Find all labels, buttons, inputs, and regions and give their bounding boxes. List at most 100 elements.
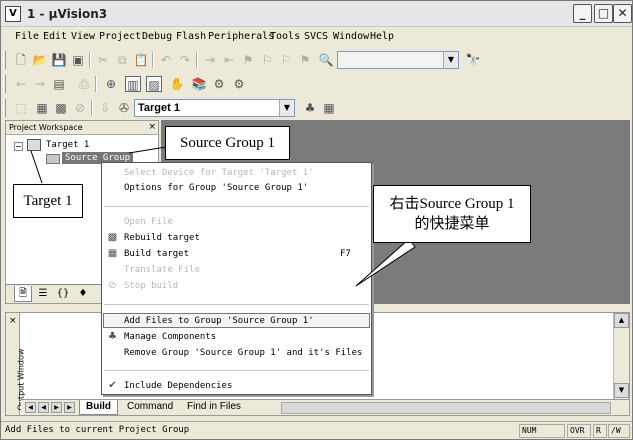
open-folder-icon[interactable]: 📂 — [32, 52, 48, 68]
unindent-icon[interactable]: ⇤ — [221, 52, 237, 68]
workspace-toggle-icon[interactable]: ▥ — [125, 76, 141, 92]
save-icon[interactable]: 💾 — [51, 52, 67, 68]
indent-icon[interactable]: ⇥ — [202, 52, 218, 68]
stop-build-icon[interactable]: ⊘ — [72, 100, 88, 116]
tab-books-icon[interactable]: ☰ — [34, 286, 52, 302]
toolbar-grip[interactable] — [3, 75, 6, 93]
status-r: R — [593, 424, 607, 438]
forward-icon[interactable]: → — [32, 76, 48, 92]
menu-item-open-file[interactable]: Open File — [124, 217, 173, 227]
find-combo[interactable]: ▼ — [337, 51, 459, 69]
status-message: Add Files to current Project Group — [5, 425, 190, 435]
tree-item-target[interactable]: Target 1 — [46, 140, 89, 150]
tab-command[interactable]: Command — [121, 400, 179, 415]
chevron-down-icon[interactable]: ▼ — [279, 100, 294, 116]
hand-icon[interactable]: ✋ — [169, 76, 185, 92]
menu-item-manage-components[interactable]: Manage Components — [124, 332, 216, 342]
bookmark-icon[interactable]: ⚑ — [240, 52, 256, 68]
find-icon[interactable]: 🔭 — [465, 52, 481, 68]
menu-item-stop-build[interactable]: Stop build — [124, 281, 178, 291]
components-icon[interactable]: ⚙ — [211, 76, 227, 92]
menu-debug[interactable]: Debug — [142, 31, 172, 42]
tab-templates-icon[interactable]: ♦ — [74, 286, 92, 302]
cut-icon[interactable]: ✂ — [95, 52, 111, 68]
prev-tab-icon[interactable]: ◀ — [38, 402, 49, 413]
toolbar-grip[interactable] — [3, 99, 6, 117]
output-toggle-icon[interactable]: ▨ — [146, 76, 162, 92]
print-icon[interactable]: ⎙ — [76, 76, 92, 92]
next-tab-icon[interactable]: ▶ — [51, 402, 62, 413]
minimize-button[interactable]: _ — [573, 4, 592, 23]
tree-collapse-icon[interactable]: − — [14, 142, 23, 151]
translate-icon[interactable]: ⬚ — [13, 100, 29, 116]
prev-bookmark-icon[interactable]: ⚐ — [259, 52, 275, 68]
debug-icon[interactable]: ⊕ — [103, 76, 119, 92]
output-vertical-scrollbar[interactable]: ▲ ▼ — [613, 313, 629, 399]
status-num: NUM — [519, 424, 565, 438]
close-button[interactable]: ✕ — [613, 4, 632, 23]
output-horizontal-scrollbar[interactable] — [281, 402, 611, 414]
window-title: 1 - µVision3 — [27, 7, 108, 21]
menu-item-select-device[interactable]: Select Device for Target 'Target 1' — [124, 168, 314, 178]
books-icon[interactable]: 📚 — [191, 76, 207, 92]
manage-components-icon[interactable]: ♣ — [302, 100, 318, 116]
new-window-icon[interactable]: ▤ — [51, 76, 67, 92]
menu-item-translate-file[interactable]: Translate File — [124, 265, 200, 275]
new-file-icon[interactable]: 🗋 — [13, 52, 29, 68]
last-tab-icon[interactable]: ▶ — [64, 402, 75, 413]
menu-item-rebuild-target[interactable]: Rebuild target — [124, 233, 200, 243]
menu-help[interactable]: Help — [370, 31, 394, 42]
toolbar-separator — [95, 76, 97, 92]
menu-window[interactable]: Window — [333, 31, 369, 42]
download-icon[interactable]: ⇩ — [97, 100, 113, 116]
close-icon[interactable]: × — [148, 122, 156, 133]
first-tab-icon[interactable]: ◀ — [25, 402, 36, 413]
close-icon[interactable]: × — [9, 316, 17, 326]
target-options-icon[interactable]: ✇ — [116, 100, 132, 116]
next-bookmark-icon[interactable]: ⚐ — [278, 52, 294, 68]
undo-icon[interactable]: ↶ — [158, 52, 174, 68]
find-in-files-icon[interactable]: 🔍 — [318, 52, 334, 68]
target-select[interactable]: Target 1 ▼ — [134, 99, 295, 117]
target-select-value: Target 1 — [138, 102, 180, 114]
tab-files-icon[interactable]: 🗎 — [14, 286, 32, 302]
menu-item-options-for-group[interactable]: Options for Group 'Source Group 1' — [124, 183, 308, 193]
checkmark-icon: ✔ — [108, 380, 117, 391]
scroll-down-icon[interactable]: ▼ — [614, 383, 629, 398]
menu-file[interactable]: File — [15, 31, 39, 42]
menu-view[interactable]: View — [71, 31, 95, 42]
menu-edit[interactable]: Edit — [43, 31, 67, 42]
save-all-icon[interactable]: ▣ — [70, 52, 86, 68]
toolbar-grip[interactable] — [3, 51, 6, 69]
rebuild-icon[interactable]: ▩ — [53, 100, 69, 116]
copy-icon[interactable]: ⧉ — [114, 52, 130, 68]
stop-icon: ⊘ — [108, 280, 117, 291]
menu-tools[interactable]: Tools — [270, 31, 300, 42]
tab-build[interactable]: Build — [79, 400, 118, 415]
toolbar-separator — [196, 52, 198, 68]
target-icon — [27, 139, 41, 151]
redo-icon[interactable]: ↷ — [177, 52, 193, 68]
tab-find-in-files[interactable]: Find in Files — [181, 400, 247, 415]
back-icon[interactable]: ← — [13, 76, 29, 92]
status-w: /W — [608, 424, 630, 438]
maximize-button[interactable]: □ — [594, 4, 613, 23]
scroll-up-icon[interactable]: ▲ — [614, 313, 629, 328]
tab-functions-icon[interactable]: {} — [54, 286, 72, 302]
folder-icon — [46, 154, 60, 164]
settings-icon[interactable]: ⚙ — [231, 76, 247, 92]
menu-flash[interactable]: Flash — [176, 31, 206, 42]
menu-peripherals[interactable]: Peripherals — [208, 31, 274, 42]
menu-project[interactable]: Project — [99, 31, 141, 42]
menu-item-build-target[interactable]: Build target — [124, 249, 189, 259]
menu-item-include-dependencies[interactable]: Include Dependencies — [124, 381, 232, 391]
file-extensions-icon[interactable]: ▦ — [321, 100, 337, 116]
menu-svcs[interactable]: SVCS — [304, 31, 328, 42]
paste-icon[interactable]: 📋 — [133, 52, 149, 68]
menu-item-add-files[interactable]: Add Files to Group 'Source Group 1' — [124, 316, 314, 326]
clear-bookmarks-icon[interactable]: ⚑ — [297, 52, 313, 68]
toolbar-separator — [89, 52, 91, 68]
build-icon[interactable]: ▦ — [34, 100, 50, 116]
chevron-down-icon[interactable]: ▼ — [443, 52, 458, 68]
menu-item-remove-group[interactable]: Remove Group 'Source Group 1' and it's F… — [124, 348, 362, 358]
